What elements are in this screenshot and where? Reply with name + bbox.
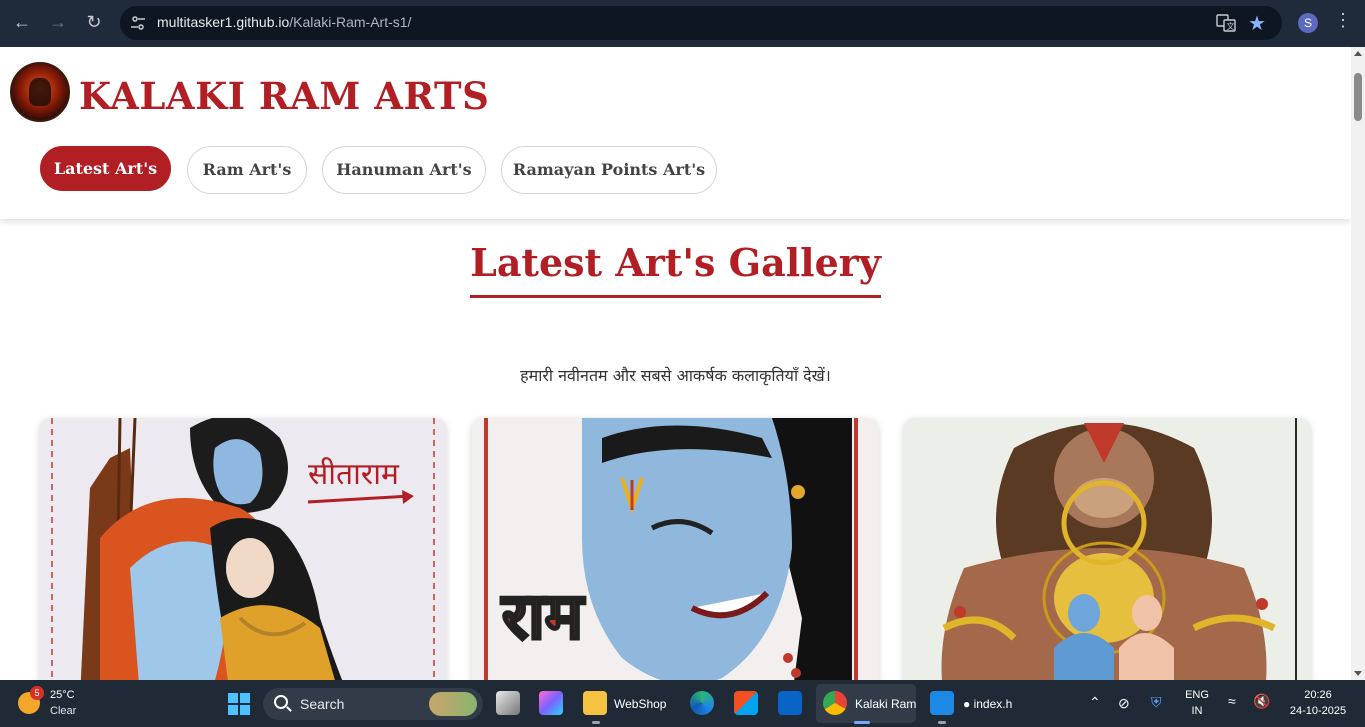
notification-badge: 5 (30, 686, 44, 700)
logo-figure (29, 78, 51, 106)
store-icon[interactable] (734, 691, 758, 715)
site-header: KALAKI RAM ARTS Latest Art's Ram Art's H… (0, 47, 1351, 219)
gallery-title-wrap: Latest Art's Gallery (0, 240, 1351, 298)
art-caption-sitaram: सीताराम (308, 457, 400, 492)
app-running-indicator (592, 721, 600, 724)
search-label: Search (300, 696, 345, 712)
chrome-icon[interactable] (823, 691, 847, 715)
address-bar[interactable]: multitasker1.github.io/Kalaki-Ram-Art-s1… (120, 6, 1282, 40)
windows-start-icon[interactable] (228, 693, 250, 715)
clock-time[interactable]: 20:26 (1286, 689, 1350, 701)
url-path: /Kalaki-Ram-Art-s1/ (289, 14, 412, 30)
tab-ramayan-points-arts[interactable]: Ramayan Points Art's (501, 146, 717, 194)
clock-date[interactable]: 24-10-2025 (1283, 705, 1353, 717)
back-icon[interactable]: ← (10, 10, 34, 34)
file-explorer-icon[interactable] (583, 691, 607, 715)
taskbar-search[interactable]: Search (263, 688, 483, 720)
search-highlight-image (429, 692, 477, 716)
defender-icon[interactable]: ⛨ (1151, 694, 1162, 711)
page-scrollbar[interactable] (1351, 47, 1365, 680)
art-card-ram[interactable]: राम (472, 418, 878, 680)
gallery-subtitle: हमारी नवीनतम और सबसे आकर्षक कलाकृतियाँ द… (520, 366, 831, 385)
copilot-icon[interactable] (539, 691, 563, 715)
language-top[interactable]: ENG (1184, 689, 1210, 701)
volume-muted-icon[interactable]: 🔇 (1253, 693, 1270, 710)
profile-avatar[interactable]: S (1298, 13, 1318, 33)
site-brand[interactable]: KALAKI RAM ARTS (79, 74, 489, 118)
search-icon (274, 695, 288, 709)
edge-icon[interactable] (690, 691, 714, 715)
taskbar-app-kalaki[interactable]: Kalaki Ram (855, 697, 916, 711)
scroll-down-icon[interactable] (1354, 671, 1362, 676)
svg-text:文: 文 (1227, 21, 1235, 31)
art-card-hanuman[interactable] (904, 418, 1310, 680)
site-logo[interactable] (10, 62, 70, 122)
translate-icon[interactable]: 文 (1216, 13, 1236, 33)
active-app-indicator (854, 721, 870, 724)
tab-ram-arts[interactable]: Ram Art's (187, 146, 307, 194)
weather-condition: Clear (50, 705, 77, 717)
reload-icon[interactable]: ↻ (82, 10, 106, 34)
windows-taskbar: 5 25°C Clear Search WebShop Kalaki Ram ●… (0, 680, 1365, 727)
gallery-title: Latest Art's Gallery (470, 240, 881, 298)
tab-hanuman-arts[interactable]: Hanuman Art's (322, 146, 486, 194)
tab-latest-arts[interactable]: Latest Art's (40, 146, 171, 191)
taskbar-app-webshop[interactable]: WebShop (614, 697, 666, 711)
wifi-icon[interactable]: ≈ (1228, 693, 1236, 709)
forward-icon[interactable]: → (46, 10, 70, 34)
vscode-running-indicator (938, 721, 946, 724)
notifications-off-icon[interactable]: ⊘ (1118, 695, 1130, 712)
art-card-sita-ram[interactable]: सीताराम (40, 418, 446, 680)
sita-ram-artwork: सीताराम (40, 418, 446, 680)
vscode-icon[interactable] (930, 691, 954, 715)
url-host: multitasker1.github.io (157, 14, 290, 30)
outlook-icon[interactable] (778, 691, 802, 715)
taskbar-app-index[interactable]: ● index.h (963, 697, 1012, 711)
language-bottom[interactable]: IN (1184, 705, 1210, 717)
tray-chevron-icon[interactable]: ⌃ (1089, 694, 1101, 711)
web-page: KALAKI RAM ARTS Latest Art's Ram Art's H… (0, 47, 1351, 680)
site-info-icon[interactable] (130, 15, 146, 31)
hanuman-artwork (904, 418, 1310, 680)
weather-temp: 25°C (50, 689, 75, 701)
scroll-thumb[interactable] (1354, 73, 1362, 121)
scroll-up-icon[interactable] (1354, 51, 1362, 56)
url-text[interactable]: multitasker1.github.io/Kalaki-Ram-Art-s1… (157, 14, 411, 30)
art-caption-ram: राम (501, 580, 586, 654)
browser-menu-icon[interactable]: ⋮ (1334, 10, 1352, 31)
bookmark-star-icon[interactable]: ★ (1248, 11, 1266, 36)
browser-toolbar: ← → ↻ multitasker1.github.io/Kalaki-Ram-… (0, 0, 1365, 47)
task-view-icon[interactable] (496, 691, 520, 715)
ram-artwork: राम (472, 418, 878, 680)
